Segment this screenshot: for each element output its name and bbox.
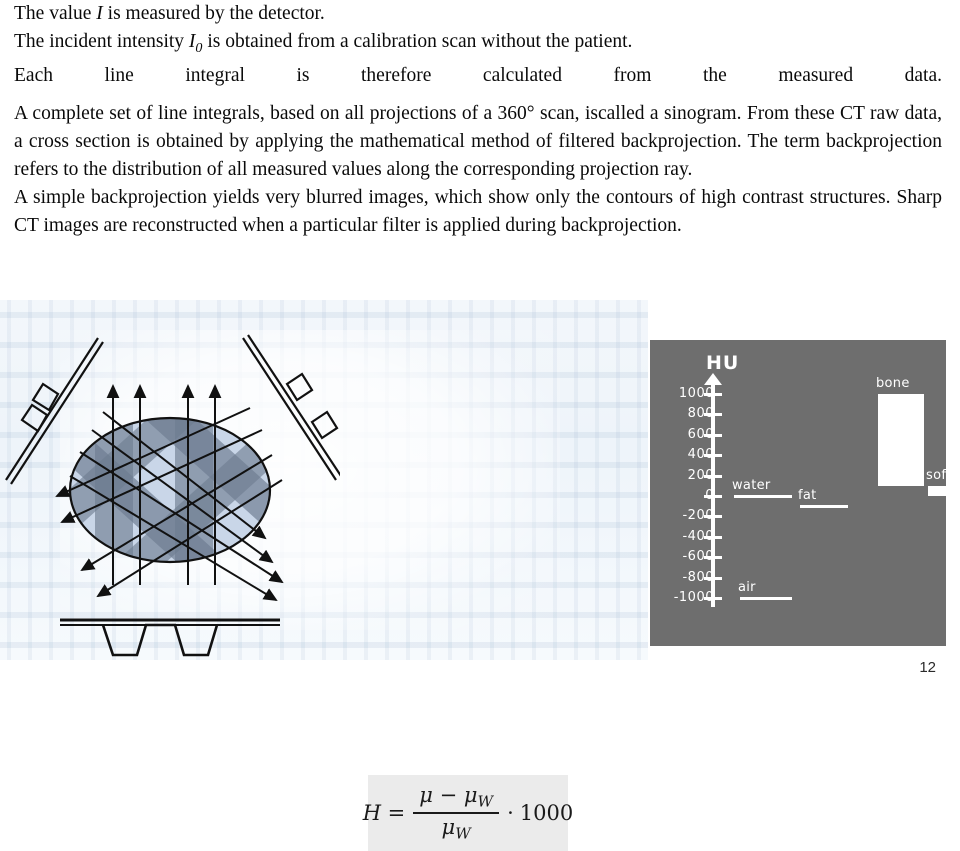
tissue-marker bbox=[734, 495, 792, 498]
detector-bottom-profile bbox=[60, 618, 280, 657]
text-line-3: Each line integral is therefore calculat… bbox=[14, 64, 942, 86]
axis-tick-label: 600 bbox=[687, 426, 714, 442]
axis-tick-label: 0 bbox=[705, 488, 714, 503]
axis-tick-label: -200 bbox=[682, 508, 714, 524]
text-line-1-after: is measured by the detector. bbox=[102, 3, 325, 24]
tissue-label: bone bbox=[876, 376, 910, 391]
tissue-label: air bbox=[738, 580, 756, 595]
text-line-2: The incident intensity I0 is obtained fr… bbox=[0, 28, 960, 62]
text-line-1: The value I is measured by the detector. bbox=[0, 0, 960, 28]
formula-num-muw-mu: μ bbox=[463, 783, 478, 808]
tissue-marker bbox=[740, 597, 792, 600]
formula-den-sub: W bbox=[455, 824, 471, 843]
backprojection-diagram bbox=[5, 334, 340, 657]
formula-dot: · bbox=[507, 801, 514, 825]
axis-tick-label: -600 bbox=[682, 549, 714, 565]
body-paragraph-1: A complete set of line integrals, based … bbox=[14, 102, 942, 180]
text-line-1-before: The value bbox=[14, 3, 97, 24]
text-line-2-before: The incident intensity bbox=[14, 31, 189, 52]
axis-tick-label: -1000 bbox=[673, 590, 714, 605]
axis-tick-label: -400 bbox=[682, 528, 714, 544]
axis-tick-label: 200 bbox=[687, 467, 714, 483]
document-text-block: The value I is measured by the detector.… bbox=[0, 0, 960, 240]
formula-num-muw: μW bbox=[463, 783, 493, 811]
formula-fraction: μ − μW μW bbox=[413, 783, 500, 843]
hounsfield-scale-chart: HU 1000 800 600 400 200 0 -200 -400 -600 -800 -100… bbox=[650, 340, 960, 646]
axis-tick-label: 1000 bbox=[678, 386, 714, 401]
axis-tick-label: 800 bbox=[687, 406, 714, 422]
tissue-marker bbox=[878, 394, 924, 486]
formula-multiplier: 1000 bbox=[519, 801, 574, 825]
page-number: 12 bbox=[919, 659, 936, 676]
hounsfield-formula-box: H = μ − μW μW · 1000 bbox=[363, 775, 573, 851]
formula-num-muw-sub: W bbox=[477, 793, 494, 811]
tissue-label: soft tissue bbox=[926, 467, 960, 483]
axis-tick-label: -800 bbox=[682, 569, 714, 585]
formula-den-muw: μW bbox=[441, 815, 471, 843]
body-paragraph-2: A simple backprojection yields very blur… bbox=[14, 186, 942, 236]
tissue-marker bbox=[800, 505, 848, 509]
tissue-label: water bbox=[732, 478, 771, 493]
formula-equals: = bbox=[387, 801, 406, 825]
formula-num-mu: μ bbox=[419, 783, 433, 808]
hounsfield-formula: H = μ − μW μW · 1000 bbox=[363, 783, 573, 842]
formula-lhs: H bbox=[362, 801, 382, 825]
axis-tick-label: 400 bbox=[687, 447, 714, 463]
tissue-marker bbox=[928, 485, 960, 496]
formula-den-mu: μ bbox=[441, 815, 456, 839]
text-line-2-after: is obtained from a calibration scan with… bbox=[202, 31, 633, 52]
formula-numerator: μ − μW bbox=[413, 783, 499, 812]
tissue-label: fat bbox=[798, 488, 817, 504]
chart-title: HU bbox=[706, 352, 740, 374]
formula-num-minus: − bbox=[439, 783, 458, 808]
formula-denominator: μW bbox=[436, 814, 477, 843]
projection-band-overlay bbox=[70, 418, 270, 562]
